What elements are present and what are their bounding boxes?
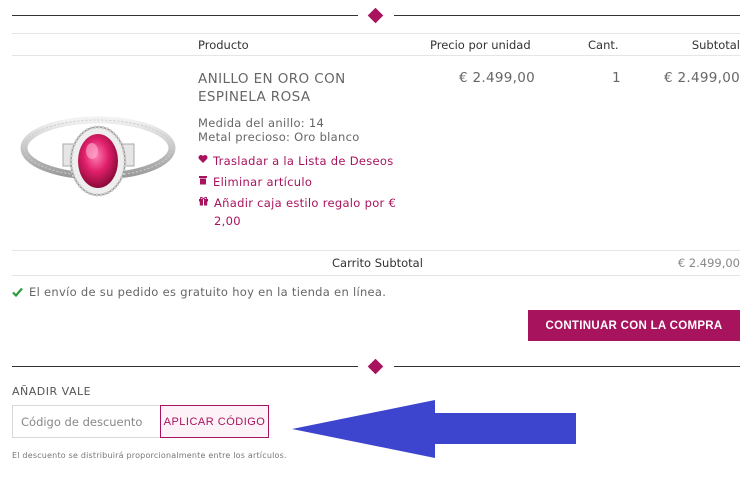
cart-subtotal-label: Carrito Subtotal xyxy=(332,256,423,270)
free-shipping-message: El envío de su pedido es gratuito hoy en… xyxy=(12,285,386,299)
quantity[interactable]: 1 xyxy=(612,70,621,86)
gift-box-label: Añadir caja estilo regalo por € 2,00 xyxy=(214,196,397,228)
divider-line xyxy=(394,15,740,16)
header-qty: Cant. xyxy=(588,38,619,52)
discount-code-input[interactable] xyxy=(12,405,161,438)
cart-table-header: Producto Precio por unidad Cant. Subtota… xyxy=(12,33,740,56)
cart-subtotal-row: Carrito Subtotal € 2.499,00 xyxy=(12,250,740,276)
move-to-wishlist-link[interactable]: Trasladar a la Lista de Deseos xyxy=(198,152,394,170)
arrow-left-icon xyxy=(292,400,576,458)
unit-price: € 2.499,00 xyxy=(459,70,535,86)
diamond-icon xyxy=(367,358,384,375)
discount-note: El descuento se distribuirá proporcional… xyxy=(12,451,287,460)
divider-line xyxy=(12,15,358,16)
voucher-title: AÑADIR VALE xyxy=(12,385,92,398)
add-gift-box-link[interactable]: Añadir caja estilo regalo por € 2,00 xyxy=(198,194,398,230)
voucher-divider xyxy=(12,357,740,377)
remove-label: Eliminar artículo xyxy=(213,175,313,189)
product-name[interactable]: ANILLO EN ORO CON ESPINELA ROSA xyxy=(198,70,408,106)
checkmark-icon xyxy=(12,287,23,297)
gift-icon xyxy=(199,196,208,206)
header-unit-price: Precio por unidad xyxy=(430,38,531,52)
shipping-text: El envío de su pedido es gratuito hoy en… xyxy=(29,285,387,299)
divider-line xyxy=(394,366,740,367)
top-divider xyxy=(12,6,740,26)
cart-subtotal-value: € 2.499,00 xyxy=(677,256,740,270)
apply-code-button[interactable]: APLICAR CÓDIGO xyxy=(160,405,269,438)
item-subtotal: € 2.499,00 xyxy=(664,70,740,86)
ring-size: Medida del anillo: 14 xyxy=(198,116,325,130)
header-subtotal: Subtotal xyxy=(691,38,740,52)
header-product: Producto xyxy=(198,38,249,52)
ring-image[interactable] xyxy=(18,106,178,214)
metal-type: Metal precioso: Oro blanco xyxy=(198,130,360,144)
continue-checkout-button[interactable]: CONTINUAR CON LA COMPRA xyxy=(528,310,740,341)
divider-line xyxy=(12,366,358,367)
wishlist-label: Trasladar a la Lista de Deseos xyxy=(213,154,394,168)
trash-icon xyxy=(199,176,207,185)
heart-icon xyxy=(198,155,208,163)
diamond-icon xyxy=(367,7,384,24)
remove-item-link[interactable]: Eliminar artículo xyxy=(198,173,312,191)
